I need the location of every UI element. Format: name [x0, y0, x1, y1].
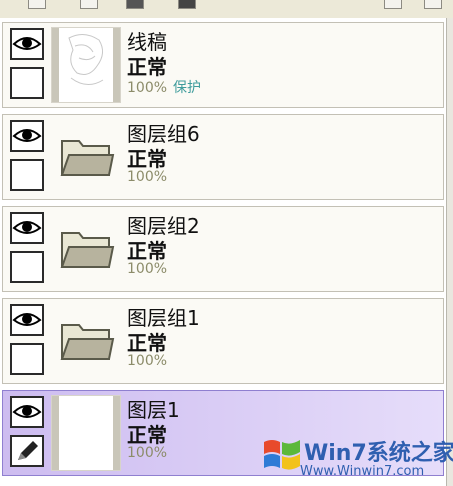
- blend-mode: 正常: [127, 55, 167, 79]
- blend-mode: 正常: [127, 331, 167, 355]
- eye-icon: [12, 129, 42, 142]
- eye-icon: [12, 405, 42, 418]
- watermark-url: Www.Winwin7.com: [300, 464, 425, 479]
- windows-logo-icon: [264, 440, 300, 470]
- clipping-checkbox[interactable]: [10, 343, 44, 375]
- layer-thumbnail: [51, 395, 121, 471]
- layer-toolbar: [0, 0, 453, 19]
- clear-button[interactable]: [424, 0, 442, 9]
- layer-thumbnail: [51, 27, 121, 103]
- layer-row-group1[interactable]: 图层组1 正常 100%: [2, 298, 444, 384]
- clipping-checkbox[interactable]: [10, 67, 44, 99]
- new-folder-button[interactable]: [80, 0, 98, 9]
- folder-icon[interactable]: [59, 133, 115, 179]
- clipping-checkbox[interactable]: [10, 159, 44, 191]
- protect-label: 保护: [173, 80, 202, 96]
- folder-icon[interactable]: [59, 225, 115, 271]
- visibility-toggle[interactable]: [10, 120, 44, 152]
- edit-layer-indicator[interactable]: [10, 435, 44, 467]
- folder-icon[interactable]: [59, 317, 115, 363]
- scrollbar[interactable]: [446, 18, 453, 486]
- layer-opacity: 100%: [127, 445, 168, 461]
- new-layer-button[interactable]: [28, 0, 46, 9]
- layer-row-group6[interactable]: 图层组6 正常 100%: [2, 114, 444, 200]
- layer-opacity: 100%: [127, 353, 168, 369]
- watermark-brand: Win7系统之家: [304, 441, 453, 466]
- visibility-toggle[interactable]: [10, 304, 44, 336]
- mask-button[interactable]: [126, 0, 144, 9]
- blend-mode: 正常: [127, 239, 167, 263]
- blend-mode: 正常: [127, 147, 167, 171]
- visibility-toggle[interactable]: [10, 28, 44, 60]
- layer-panel: 线稿 正常 100% 保护 图层组6 正常 100% 图层组2 正常 100% 图…: [0, 18, 447, 486]
- layer-opacity: 100%: [127, 261, 168, 277]
- visibility-toggle[interactable]: [10, 396, 44, 428]
- layer-row-group2[interactable]: 图层组2 正常 100%: [2, 206, 444, 292]
- blend-mode: 正常: [127, 423, 167, 447]
- clipping-checkbox[interactable]: [10, 251, 44, 283]
- eye-icon: [12, 221, 42, 234]
- eye-icon: [12, 37, 42, 50]
- delete-layer-button[interactable]: [178, 0, 196, 9]
- layer-row-lineart[interactable]: 线稿 正常 100% 保护: [2, 22, 444, 108]
- layer-opacity: 100%: [127, 169, 168, 185]
- visibility-toggle[interactable]: [10, 212, 44, 244]
- watermark: Win7系统之家 Www.Winwin7.com: [258, 430, 453, 486]
- pencil-icon: [18, 441, 38, 460]
- eye-icon: [12, 313, 42, 326]
- layer-opacity: 100% 保护: [127, 80, 202, 96]
- merge-button[interactable]: [384, 0, 402, 9]
